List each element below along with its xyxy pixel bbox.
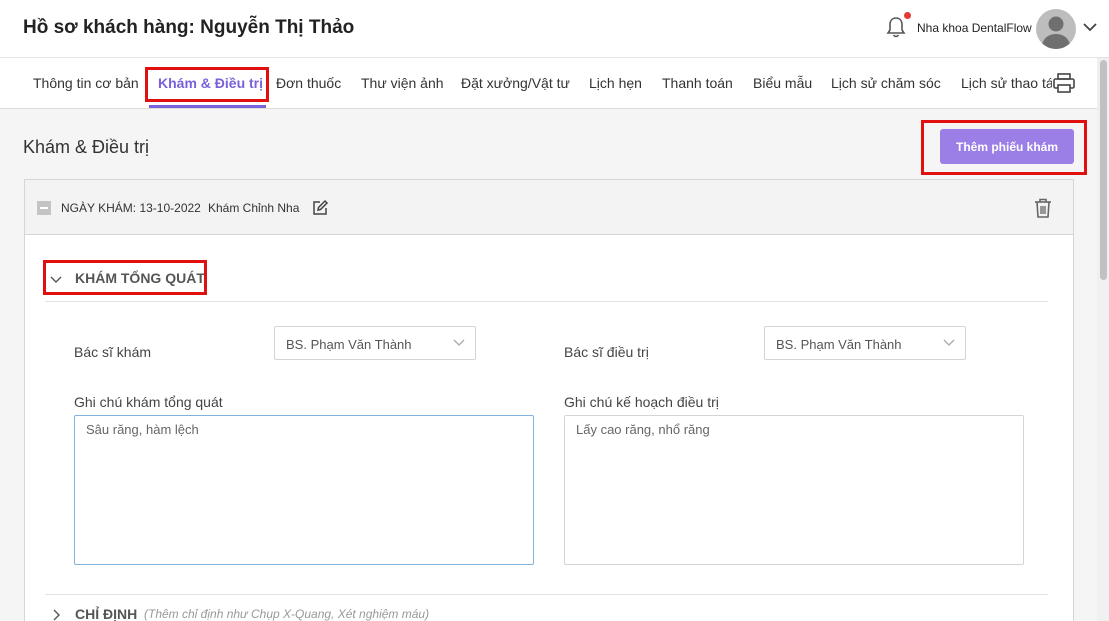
exam-note-textarea[interactable]: Sâu răng, hàm lệch <box>74 415 534 565</box>
plan-note-textarea[interactable]: Lấy cao răng, nhổ răng <box>564 415 1024 565</box>
collapse-icon[interactable] <box>37 201 51 215</box>
section-title: Khám & Điều trị <box>23 137 150 157</box>
add-exam-button[interactable]: Thêm phiếu khám <box>940 129 1074 164</box>
treating-doctor-select[interactable]: BS. Phạm Văn Thành <box>764 326 966 360</box>
clinic-name[interactable]: Nha khoa DentalFlow <box>917 21 1032 35</box>
tab-basic-info[interactable]: Thông tin cơ bản <box>33 75 139 91</box>
print-icon[interactable] <box>1052 72 1076 94</box>
divider <box>45 301 1048 302</box>
tab-payment[interactable]: Thanh toán <box>662 75 733 91</box>
tab-exam-treatment[interactable]: Khám & Điều trị <box>158 75 263 91</box>
user-silhouette-icon <box>1041 16 1071 49</box>
chevron-right-icon <box>53 609 60 621</box>
top-bar: Hồ sơ khách hàng: Nguyễn Thị Thảo Nha kh… <box>0 0 1109 58</box>
tab-image-library[interactable]: Thư viện ảnh <box>361 75 444 91</box>
treating-doctor-value: BS. Phạm Văn Thành <box>776 337 902 352</box>
plan-note-label: Ghi chú kế hoạch điều trị <box>564 394 719 410</box>
examining-doctor-value: BS. Phạm Văn Thành <box>286 337 412 352</box>
examining-doctor-select[interactable]: BS. Phạm Văn Thành <box>274 326 476 360</box>
chevron-down-icon <box>50 276 62 283</box>
scrollbar-thumb[interactable] <box>1100 60 1107 280</box>
examining-doctor-label: Bác sĩ khám <box>74 344 152 360</box>
chevron-down-icon <box>943 339 955 346</box>
tab-bar: Thông tin cơ bản Khám & Điều trị Đơn thu… <box>0 58 1097 109</box>
edit-icon[interactable] <box>311 199 329 217</box>
chevron-down-icon[interactable] <box>1081 18 1099 36</box>
visit-date: NGÀY KHÁM: 13-10-2022 <box>61 201 201 215</box>
page-title: Hồ sơ khách hàng: Nguyễn Thị Thảo <box>23 17 355 38</box>
general-exam-title: KHÁM TỔNG QUÁT <box>75 270 205 286</box>
tab-care-history[interactable]: Lịch sử chăm sóc <box>831 75 941 91</box>
visit-card: NGÀY KHÁM: 13-10-2022 Khám Chỉnh Nha KHÁ… <box>24 179 1074 621</box>
avatar[interactable] <box>1036 9 1076 49</box>
tab-prescription[interactable]: Đơn thuốc <box>276 75 341 91</box>
visit-type: Khám Chỉnh Nha <box>208 201 300 215</box>
tab-appointments[interactable]: Lịch hẹn <box>589 75 642 91</box>
chevron-down-icon <box>453 339 465 346</box>
notification-dot <box>904 12 911 19</box>
tab-forms[interactable]: Biểu mẫu <box>753 75 812 91</box>
orders-title: CHỈ ĐỊNH <box>75 606 138 621</box>
trash-icon[interactable] <box>1032 197 1054 219</box>
active-tab-indicator <box>149 105 266 108</box>
tab-lab-supplies[interactable]: Đặt xưởng/Vật tư <box>461 75 570 91</box>
divider <box>45 594 1048 595</box>
bell-icon[interactable] <box>885 15 907 39</box>
visit-card-header: NGÀY KHÁM: 13-10-2022 Khám Chỉnh Nha <box>25 180 1073 235</box>
tab-action-history[interactable]: Lịch sử thao tác <box>961 75 1061 91</box>
orders-hint: (Thêm chỉ định như Chụp X-Quang, Xét ngh… <box>144 607 430 621</box>
treating-doctor-label: Bác sĩ điều trị <box>564 344 649 360</box>
exam-note-label: Ghi chú khám tổng quát <box>74 394 223 410</box>
